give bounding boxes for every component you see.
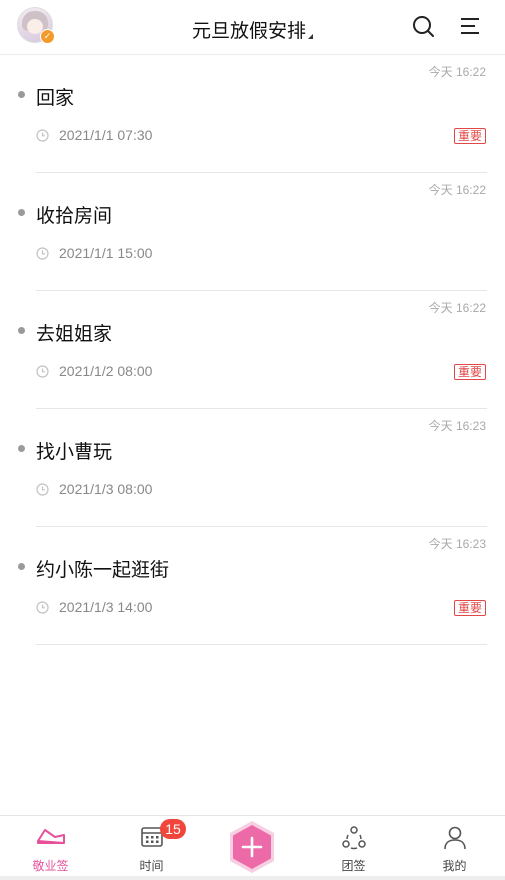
tab-mine-label: 我的 bbox=[442, 859, 467, 873]
tab-mine[interactable]: 我的 bbox=[404, 816, 505, 880]
tab-time-label: 时间 bbox=[139, 859, 164, 873]
add-button[interactable] bbox=[227, 819, 277, 875]
app-header: ✓ 元旦放假安排 bbox=[0, 0, 505, 55]
user-icon bbox=[443, 826, 466, 850]
bullet-dot bbox=[18, 209, 25, 216]
tab-notes-label: 敬业签 bbox=[32, 859, 69, 873]
updated-time: 今天 16:22 bbox=[428, 183, 486, 197]
time-badge: 15 bbox=[160, 819, 186, 839]
note-text: 约小陈一起逛街 bbox=[36, 560, 170, 581]
note-text: 找小曹玩 bbox=[36, 442, 113, 463]
updated-time: 今天 16:23 bbox=[428, 537, 486, 551]
clock-icon bbox=[36, 247, 49, 260]
clock-icon bbox=[36, 129, 49, 142]
bullet-dot bbox=[18, 91, 25, 98]
clock-icon bbox=[36, 601, 49, 614]
divider bbox=[36, 644, 487, 645]
note-text: 回家 bbox=[36, 88, 75, 109]
tab-team[interactable]: 团签 bbox=[303, 816, 404, 880]
reminder-time: 2021/1/3 08:00 bbox=[59, 481, 153, 497]
reminder-time: 2021/1/3 14:00 bbox=[59, 599, 153, 615]
list-item[interactable]: 今天 16:23 找小曹玩 2021/1/3 08:00 bbox=[0, 409, 505, 527]
list-item[interactable]: 今天 16:23 约小陈一起逛街 2021/1/3 14:00 重要 bbox=[0, 527, 505, 645]
clock-icon bbox=[36, 483, 49, 496]
search-icon[interactable] bbox=[412, 15, 434, 37]
note-text: 去姐姐家 bbox=[36, 324, 113, 345]
important-tag: 重要 bbox=[453, 364, 486, 380]
notes-icon bbox=[36, 829, 65, 844]
team-icon bbox=[341, 826, 366, 850]
reminder-time: 2021/1/1 15:00 bbox=[59, 245, 153, 261]
reminder-time: 2021/1/2 08:00 bbox=[59, 363, 153, 379]
tab-time[interactable]: 15 时间 bbox=[101, 816, 202, 880]
list-item[interactable]: 今天 16:22 回家 2021/1/1 07:30 重要 bbox=[0, 55, 505, 173]
important-tag: 重要 bbox=[453, 128, 486, 144]
list-item[interactable]: 今天 16:22 收拾房间 2021/1/1 15:00 bbox=[0, 173, 505, 291]
updated-time: 今天 16:23 bbox=[428, 419, 486, 433]
bullet-dot bbox=[18, 327, 25, 334]
list-item[interactable]: 今天 16:22 去姐姐家 2021/1/2 08:00 重要 bbox=[0, 291, 505, 409]
tab-notes[interactable]: 敬业签 bbox=[0, 816, 101, 880]
note-list: 今天 16:22 回家 2021/1/1 07:30 重要 今天 16:22 收… bbox=[0, 55, 505, 645]
updated-time: 今天 16:22 bbox=[428, 301, 486, 315]
dropdown-triangle-icon bbox=[308, 34, 313, 39]
bottom-strip bbox=[0, 876, 505, 880]
menu-icon[interactable] bbox=[459, 15, 481, 37]
bullet-dot bbox=[18, 563, 25, 570]
tab-team-label: 团签 bbox=[341, 859, 366, 873]
updated-time: 今天 16:22 bbox=[428, 65, 486, 79]
reminder-time: 2021/1/1 07:30 bbox=[59, 127, 153, 143]
page-title-text: 元旦放假安排 bbox=[191, 21, 306, 42]
note-text: 收拾房间 bbox=[36, 206, 113, 227]
clock-icon bbox=[36, 365, 49, 378]
bottom-tab-bar: 敬业签 15 时间 团签 我的 bbox=[0, 815, 505, 880]
important-tag: 重要 bbox=[453, 600, 486, 616]
bullet-dot bbox=[18, 445, 25, 452]
